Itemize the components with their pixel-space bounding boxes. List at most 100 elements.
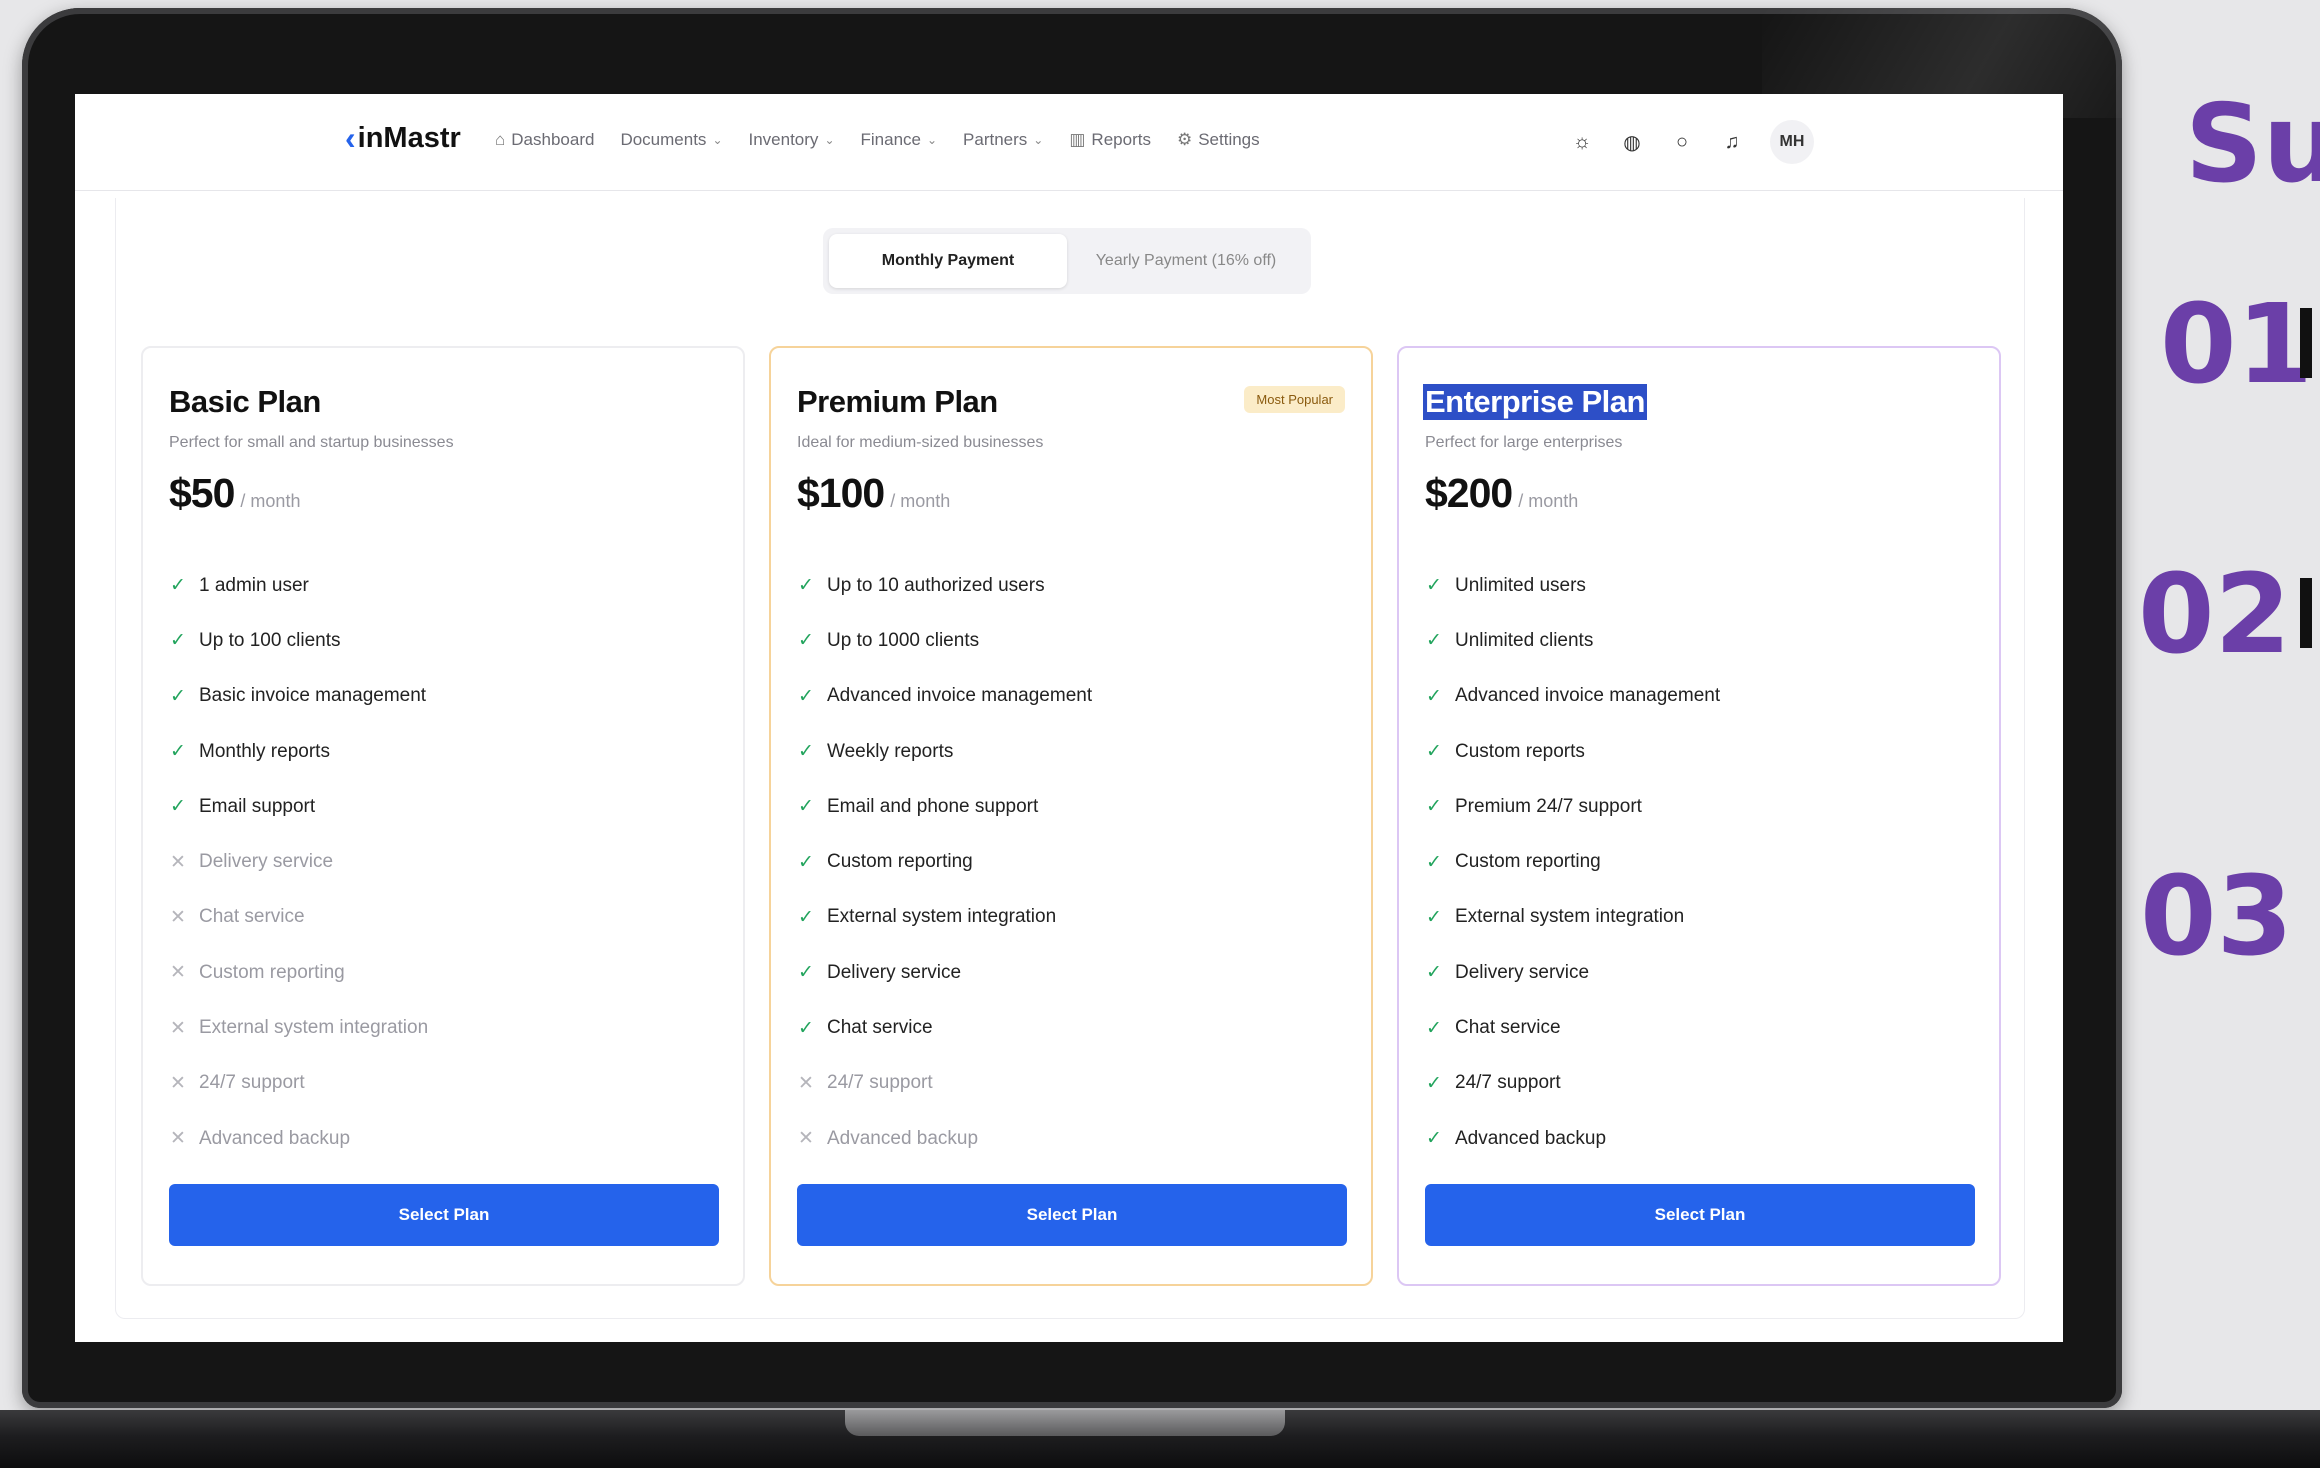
step-number: 03	[2140, 852, 2294, 980]
check-icon: ✓	[1426, 851, 1442, 873]
feature-item: ✕ Custom reporting	[169, 945, 428, 1000]
select-plan-button[interactable]: Select Plan	[169, 1184, 719, 1246]
feature-text: Basic invoice management	[199, 685, 427, 707]
select-plan-button[interactable]: Select Plan	[1425, 1184, 1975, 1246]
check-icon: ✓	[1426, 1017, 1442, 1039]
feature-item: ✓ External system integration	[797, 890, 1092, 945]
check-icon: ✓	[170, 630, 186, 652]
nav-item-label: Inventory	[748, 130, 819, 149]
nav-item-settings[interactable]: ⚙ Settings	[1177, 130, 1260, 150]
chevron-down-icon: ⌄	[926, 133, 938, 147]
check-icon: ✓	[170, 685, 186, 707]
feature-item: ✓ Advanced backup	[1425, 1111, 1720, 1166]
app-logo[interactable]: ‹ inMastr	[345, 120, 461, 157]
yearly-payment-tab[interactable]: Yearly Payment (16% off)	[1067, 234, 1305, 288]
nav-item-label: Reports	[1091, 130, 1151, 149]
app-screen: ‹ inMastr ⌂ Dashboard Documents ⌄ Invent…	[75, 94, 2063, 1342]
feature-item: ✓ 1 admin user	[169, 558, 428, 613]
feature-item: ✕ Delivery service	[169, 834, 428, 889]
nav-item-partners[interactable]: Partners ⌄	[963, 130, 1043, 150]
feature-item: ✓ Premium 24/7 support	[1425, 779, 1720, 834]
feature-text: Premium 24/7 support	[1455, 795, 1642, 817]
home-icon: ⌂	[495, 130, 506, 149]
gear-icon: ⚙	[1176, 130, 1193, 149]
nav-item-finance[interactable]: Finance ⌄	[861, 130, 938, 150]
plan-price: $50	[169, 470, 235, 516]
select-plan-button[interactable]: Select Plan	[797, 1184, 1347, 1246]
cross-icon: ✕	[798, 1128, 814, 1150]
chevron-down-icon: ⌄	[1033, 133, 1044, 147]
nav-item-label: Dashboard	[511, 130, 595, 149]
feature-text: 1 admin user	[199, 574, 309, 596]
feature-text: Custom reporting	[827, 851, 973, 873]
feature-text: External system integration	[199, 1017, 429, 1039]
feature-item: ✓ Advanced invoice management	[797, 669, 1092, 724]
globe-icon[interactable]: ◍	[1620, 130, 1644, 155]
monthly-payment-tab[interactable]: Monthly Payment	[829, 234, 1067, 288]
avatar[interactable]: MH	[1770, 120, 1814, 164]
check-icon: ✓	[798, 685, 814, 707]
clipped-text-fragment	[2300, 308, 2312, 378]
check-icon: ✓	[1426, 1072, 1442, 1094]
side-heading: Su	[2185, 82, 2320, 207]
feature-text: Unlimited users	[1455, 574, 1586, 596]
nav-item-label: Documents	[620, 130, 707, 149]
feature-item: ✓ Delivery service	[797, 945, 1092, 1000]
feature-text: Delivery service	[827, 961, 962, 983]
feature-text: Monthly reports	[199, 740, 330, 762]
logo-text: inMastr	[357, 122, 461, 154]
chevron-down-icon: ⌄	[712, 133, 723, 147]
feature-text: Email and phone support	[827, 795, 1039, 817]
feature-item: ✓ Up to 1000 clients	[797, 613, 1092, 668]
feature-text: Delivery service	[199, 851, 334, 873]
feature-item: ✓ 24/7 support	[1425, 1056, 1720, 1111]
nav-item-dashboard[interactable]: ⌂ Dashboard	[495, 130, 594, 150]
feature-text: Custom reporting	[199, 961, 345, 983]
feature-item: ✓ Custom reporting	[797, 834, 1092, 889]
plan-period: / month	[890, 491, 951, 511]
feature-item: ✓ Up to 10 authorized users	[797, 558, 1092, 613]
feature-text: 24/7 support	[827, 1072, 933, 1094]
plan-price-row: $200 / month	[1425, 470, 1578, 517]
feature-text: Up to 1000 clients	[827, 629, 980, 651]
chat-icon[interactable]: ○	[1670, 131, 1694, 154]
check-icon: ✓	[798, 851, 814, 873]
feature-text: Up to 10 authorized users	[827, 574, 1045, 596]
check-icon: ✓	[1426, 685, 1442, 707]
nav-item-reports[interactable]: ▥ Reports	[1069, 130, 1151, 150]
feature-item: ✓ Chat service	[797, 1000, 1092, 1055]
logo-chevron-icon: ‹	[345, 120, 356, 156]
feature-text: 24/7 support	[1455, 1072, 1561, 1094]
feature-item: ✓ Delivery service	[1425, 945, 1720, 1000]
check-icon: ✓	[1426, 962, 1442, 984]
feature-list: ✓ Unlimited users ✓ Unlimited clients ✓ Advan…	[1425, 558, 1720, 1166]
cross-icon: ✕	[170, 1017, 186, 1039]
feature-item: ✓ Email support	[169, 779, 428, 834]
feature-text: External system integration	[827, 906, 1057, 928]
cross-icon: ✕	[170, 962, 186, 984]
feature-text: Unlimited clients	[1455, 629, 1594, 651]
top-navbar: ‹ inMastr ⌂ Dashboard Documents ⌄ Invent…	[75, 94, 2063, 191]
feature-list: ✓ Up to 10 authorized users ✓ Up to 1000 cl…	[797, 558, 1092, 1166]
feature-text: Weekly reports	[827, 740, 954, 762]
feature-item: ✓ Custom reporting	[1425, 834, 1720, 889]
check-icon: ✓	[798, 741, 814, 763]
check-icon: ✓	[798, 906, 814, 928]
feature-item: ✓ Chat service	[1425, 1000, 1720, 1055]
clipped-text-fragment	[2300, 578, 2312, 648]
theme-toggle-icon[interactable]: ☼	[1570, 131, 1594, 154]
nav-item-documents[interactable]: Documents ⌄	[620, 130, 722, 150]
cross-icon: ✕	[170, 851, 186, 873]
cross-icon: ✕	[798, 1072, 814, 1094]
plan-subtitle: Perfect for small and startup businesses	[169, 434, 454, 451]
plan-price-row: $100 / month	[797, 470, 950, 517]
feature-item: ✕ Chat service	[169, 890, 428, 945]
nav-item-inventory[interactable]: Inventory ⌄	[749, 130, 835, 150]
bell-icon[interactable]: ♫	[1720, 131, 1744, 154]
plan-price: $100	[797, 470, 885, 516]
feature-text: Chat service	[1455, 1017, 1561, 1039]
laptop-hinge	[845, 1410, 1285, 1436]
check-icon: ✓	[798, 575, 814, 597]
check-icon: ✓	[170, 575, 186, 597]
feature-item: ✕ 24/7 support	[797, 1056, 1092, 1111]
